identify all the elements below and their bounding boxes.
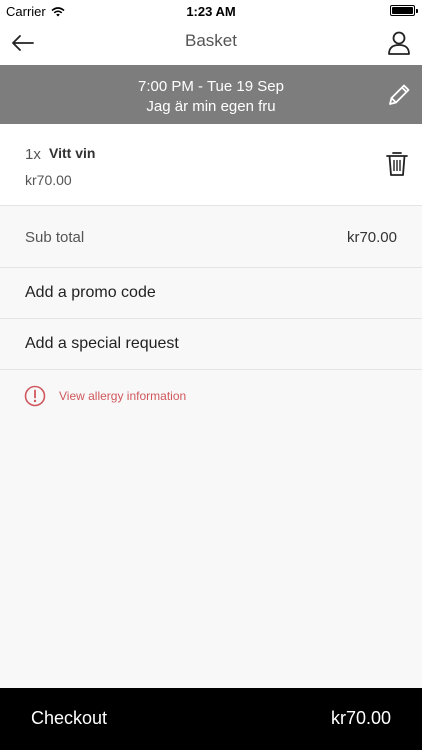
subtotal-value: kr70.00 — [346, 229, 397, 246]
allergy-info-link[interactable]: View allergy information — [0, 370, 422, 422]
trash-icon[interactable] — [384, 150, 410, 178]
booking-banner: 7:00 PM - Tue 19 Sep Jag är min egen fru — [0, 65, 422, 124]
promo-code-label: Add a promo code — [25, 284, 156, 301]
battery-icon — [390, 5, 418, 16]
page-title: Basket — [185, 31, 237, 50]
item-price: kr70.00 — [25, 172, 72, 188]
booking-datetime: 7:00 PM - Tue 19 Sep — [138, 78, 284, 95]
status-bar: Carrier 1:23 AM — [0, 0, 422, 22]
subtotal-row: Sub total kr70.00 — [0, 206, 422, 268]
user-icon[interactable] — [384, 28, 414, 58]
status-time: 1:23 AM — [186, 4, 236, 19]
subtotal-label: Sub total — [25, 229, 85, 246]
checkout-total: kr70.00 — [330, 708, 391, 728]
item-name: Vitt vin — [49, 145, 96, 161]
pencil-icon[interactable] — [384, 80, 414, 110]
basket-item: 1x Vitt vin kr70.00 — [0, 124, 422, 206]
special-request-row[interactable]: Add a special request — [0, 319, 422, 370]
venue-name: Jag är min egen fru — [146, 98, 276, 115]
alert-circle-icon — [24, 385, 46, 407]
special-request-label: Add a special request — [25, 335, 179, 352]
checkout-label: Checkout — [31, 708, 108, 728]
promo-code-row[interactable]: Add a promo code — [0, 268, 422, 319]
checkout-button[interactable]: Checkout kr70.00 — [0, 688, 422, 750]
allergy-info-label: View allergy information — [59, 389, 187, 403]
nav-bar: Basket — [0, 22, 422, 65]
item-quantity: 1x — [25, 146, 41, 163]
